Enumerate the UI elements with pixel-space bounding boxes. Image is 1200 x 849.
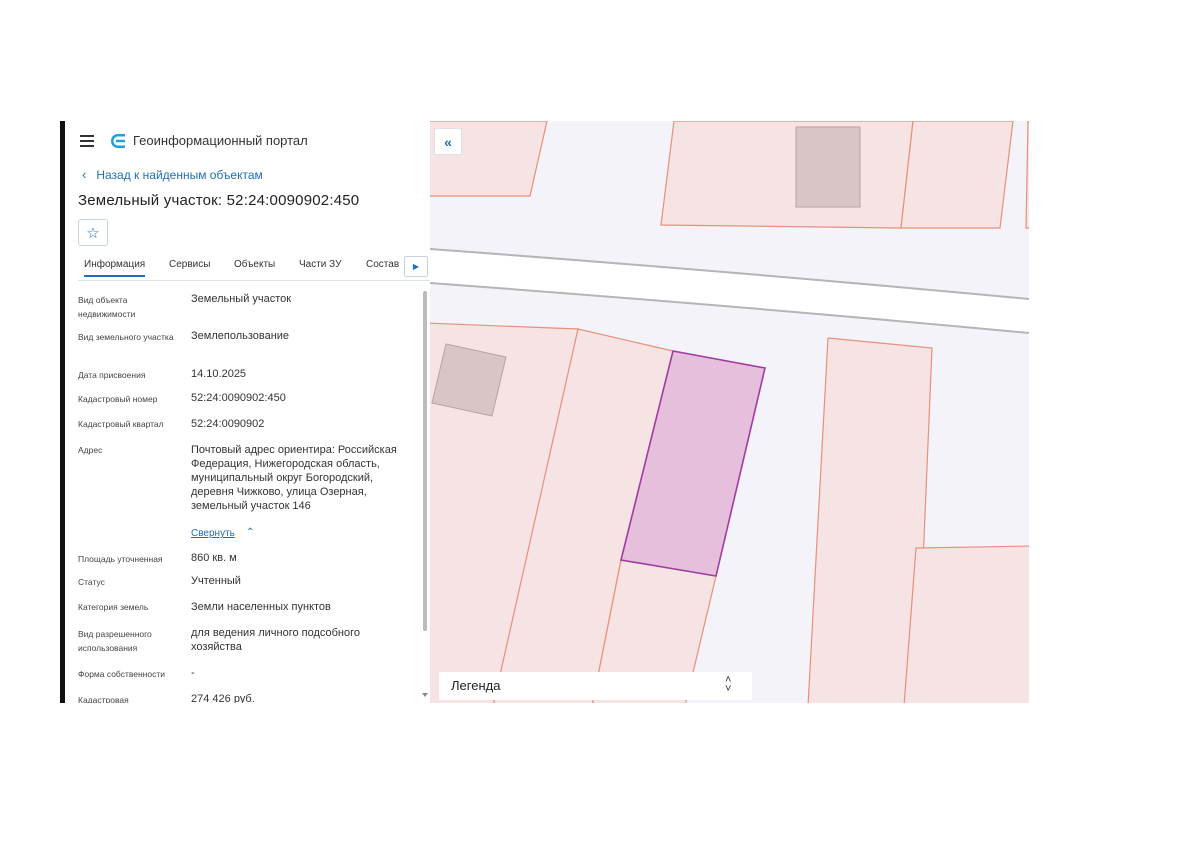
- field-label-area: Площадь уточненная: [78, 554, 163, 564]
- field-value-cadastral-number: 52:24:0090902:450: [191, 392, 286, 404]
- favorite-button[interactable]: ☆: [78, 219, 108, 246]
- field-label-cadastral-value: Кадастровая: [78, 695, 129, 703]
- field-label-cadastral-number: Кадастровый номер: [78, 394, 158, 404]
- field-label-ownership: Форма собственности: [78, 669, 165, 679]
- tab-parts[interactable]: Части ЗУ: [299, 259, 341, 270]
- double-chevron-left-icon: «: [444, 133, 452, 150]
- field-label-address: Адрес: [78, 445, 103, 455]
- field-value-ownership: -: [191, 667, 195, 679]
- field-label-land-category: Категория земель: [78, 602, 149, 612]
- info-panel: Геоинформационный портал ‹ Назад к найде…: [65, 121, 430, 703]
- tab-information[interactable]: Информация: [84, 259, 146, 277]
- field-label-cadastral-quarter: Кадастровый квартал: [78, 419, 164, 429]
- field-value-object-type: Земельный участок: [191, 293, 292, 305]
- scrollbar-thumb[interactable]: [423, 291, 427, 631]
- field-value-cadastral-quarter: 52:24:0090902: [191, 418, 265, 430]
- parcel[interactable]: [1025, 121, 1029, 229]
- back-to-results-link[interactable]: ‹ Назад к найденным объектам: [82, 167, 263, 182]
- field-value-cadastral-value: 274 426 руб.: [191, 693, 255, 703]
- updown-chevron-icon: ˄ ˅: [725, 674, 732, 695]
- map-view[interactable]: « Легенда ˄ ˅: [430, 121, 1029, 703]
- field-label-permitted-use: Вид разрешенного использования: [78, 629, 152, 653]
- panel-scrollbar[interactable]: [422, 281, 428, 703]
- field-label-status: Статус: [78, 577, 105, 587]
- scroll-down-arrow-icon[interactable]: [422, 693, 428, 697]
- field-label-parcel-type: Вид земельного участка: [78, 332, 174, 342]
- star-icon: ☆: [86, 224, 100, 242]
- tabs-scroll-right-button[interactable]: ▶: [404, 256, 428, 277]
- tab-objects[interactable]: Объекты: [234, 259, 275, 270]
- field-value-permitted-use: для ведения личного подсобного хозяйства: [191, 627, 361, 653]
- field-value-address: Почтовый адрес ориентира: Российская Фед…: [191, 444, 397, 512]
- parcel[interactable]: [660, 121, 914, 229]
- back-link-label: Назад к найденным объектам: [96, 167, 263, 182]
- portal-logo-icon: [111, 134, 125, 148]
- chevron-left-icon: ‹: [82, 167, 87, 182]
- hamburger-icon[interactable]: [80, 135, 94, 147]
- parcel[interactable]: [900, 121, 1014, 229]
- object-title: Земельный участок: 52:24:0090902:450: [78, 192, 360, 209]
- legend-dropdown[interactable]: Легенда ˄ ˅: [439, 672, 752, 700]
- chevron-up-icon[interactable]: ⌃: [246, 527, 254, 538]
- app-header: Геоинформационный портал: [65, 121, 430, 161]
- field-value-status: Учтенный: [191, 575, 241, 587]
- app-window: Геоинформационный портал ‹ Назад к найде…: [60, 121, 1029, 703]
- cadastral-map[interactable]: [430, 121, 1029, 703]
- tab-services[interactable]: Сервисы: [169, 259, 210, 270]
- tab-bar: Информация Сервисы Объекты Части ЗУ Сост…: [78, 254, 430, 281]
- field-value-area: 860 кв. м: [191, 552, 237, 564]
- field-label-object-type: Вид объекта недвижимости: [78, 295, 136, 319]
- triangle-right-icon: ▶: [412, 262, 420, 271]
- field-label-assign-date: Дата присвоения: [78, 370, 146, 380]
- portal-title: Геоинформационный портал: [133, 133, 308, 148]
- field-value-assign-date: 14.10.2025: [191, 368, 247, 380]
- legend-label: Легенда: [451, 678, 501, 693]
- tab-composition[interactable]: Состав: [366, 259, 399, 270]
- parcel[interactable]: [903, 545, 1029, 703]
- field-value-parcel-type: Землепользование: [191, 330, 290, 342]
- building: [795, 126, 861, 208]
- address-collapse-link[interactable]: Свернуть: [191, 528, 235, 539]
- collapse-panel-button[interactable]: «: [434, 128, 462, 155]
- building: [431, 343, 507, 417]
- field-value-land-category: Земли населенных пунктов: [191, 601, 331, 613]
